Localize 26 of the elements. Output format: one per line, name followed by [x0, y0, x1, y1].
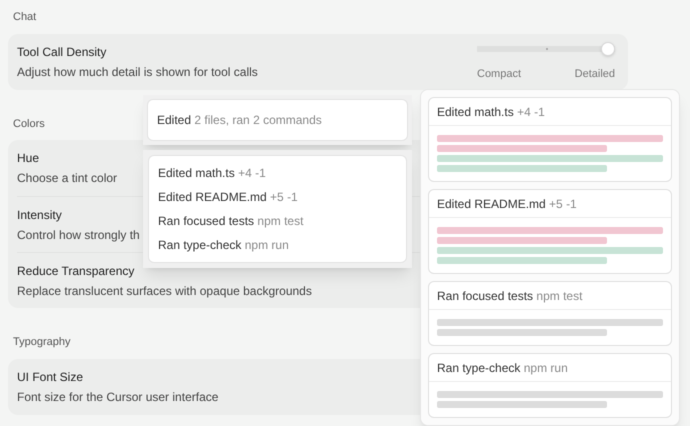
- tool-call-label: Ran type-check npm run: [437, 360, 568, 376]
- tool-call-label: Edited README.md +5 -1: [437, 196, 577, 212]
- slider-min-label: Compact: [477, 67, 522, 82]
- summary-label: Edited 2 files, ran 2 commands: [157, 113, 322, 127]
- tool-call-label: Ran focused tests npm test: [437, 288, 582, 304]
- section-heading: Typography: [13, 335, 70, 350]
- setting-title: Intensity: [17, 206, 63, 224]
- tool-call-label: Ran type-check npm run: [158, 237, 289, 254]
- setting-title: Reduce Transparency: [17, 262, 136, 280]
- setting-title: Hue: [17, 150, 40, 167]
- tool-call-label: Ran focused tests npm test: [158, 213, 304, 230]
- section-heading: Chat: [13, 10, 36, 25]
- tool-call-label: Edited README.md +5 -1: [158, 189, 298, 206]
- setting-description: Replace translucent surfaces with opaque backgrounds: [17, 282, 312, 300]
- setting-description: Choose a tint color: [17, 170, 118, 187]
- setting-description: Adjust how much detail is shown for tool calls: [17, 64, 258, 80]
- tool-call-label: Edited math.ts +4 -1: [158, 165, 266, 182]
- tool-call-label: Edited math.ts +4 -1: [437, 104, 545, 120]
- tick-mark: [546, 48, 548, 50]
- section-heading: Colors: [13, 116, 45, 132]
- slider-max-label: Detailed: [574, 67, 615, 82]
- setting-title: UI Font Size: [17, 368, 84, 386]
- setting-description: Control how strongly th: [17, 226, 140, 244]
- setting-title: Tool Call Density: [17, 44, 108, 60]
- setting-description: Font size for the Cursor user interface: [17, 388, 218, 406]
- slider-thumb[interactable]: [601, 42, 615, 56]
